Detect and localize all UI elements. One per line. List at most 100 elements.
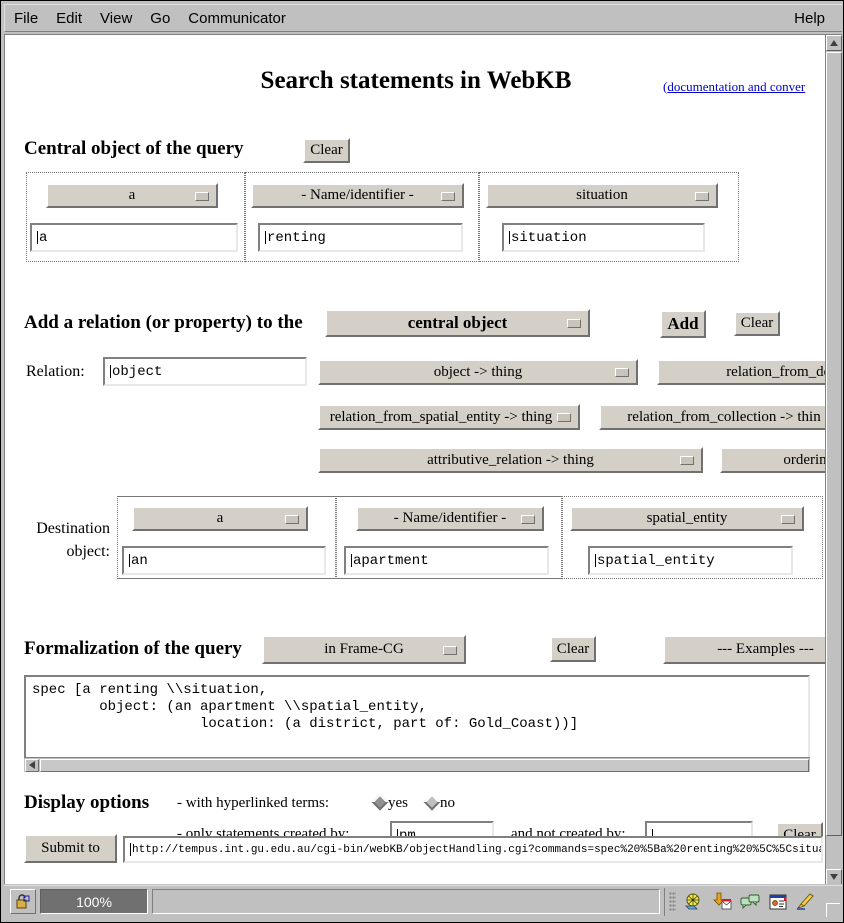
destination-quantifier-select-1-label: a: [216, 510, 224, 526]
formalization-examples-select-label: --- Examples ---: [717, 641, 814, 657]
status-message: [152, 889, 660, 914]
destination-type-select-3-label: spatial_entity: [646, 510, 728, 526]
relation-select-ordering[interactable]: ordering_r: [720, 447, 827, 473]
text-caret: [265, 231, 266, 244]
documentation-link[interactable]: (documentation and conver: [663, 79, 805, 95]
page-vertical-scrollbar[interactable]: [825, 35, 842, 884]
text-caret: [37, 231, 38, 244]
status-bar: 100%: [4, 885, 842, 919]
doc-link-text: documentation and conver: [667, 79, 806, 94]
menu-item-edit[interactable]: Edit: [47, 8, 91, 29]
radio-hyperlinked-no-label: no: [440, 795, 455, 811]
relation-target-select[interactable]: central object: [325, 309, 590, 337]
formalization-format-select[interactable]: in Frame-CG: [262, 635, 466, 664]
menu-bar: File Edit View Go Communicator Help: [4, 4, 842, 32]
dropdown-indicator-icon: [521, 514, 535, 524]
relation-target-select-label: central object: [407, 313, 508, 332]
relation-clear-button[interactable]: Clear: [734, 311, 780, 336]
add-relation-heading: Add a relation (or property) to the: [24, 312, 303, 333]
navigator-icon[interactable]: [682, 890, 706, 914]
security-lock-icon[interactable]: [10, 889, 36, 914]
scrollbar-thumb[interactable]: [826, 52, 842, 836]
display-options-heading: Display options: [24, 792, 150, 813]
central-type-input-3-value: situation: [511, 229, 587, 246]
text-caret: [130, 843, 131, 856]
scroll-track[interactable]: [40, 758, 809, 772]
triangle-left-icon: [29, 761, 35, 769]
relation-add-button[interactable]: Add: [660, 310, 706, 338]
central-name-select-2[interactable]: - Name/identifier -: [251, 183, 464, 208]
destination-type-select-3[interactable]: spatial_entity: [570, 506, 804, 531]
relation-select-from-description[interactable]: relation_from_descr: [657, 359, 827, 385]
relation-select-ordering-label: ordering_r: [783, 451, 827, 468]
relation-select-attributive[interactable]: attributive_relation -> thing: [318, 447, 703, 473]
central-type-select-3[interactable]: situation: [486, 183, 718, 208]
text-caret: [129, 554, 130, 567]
relation-select-spatial-entity[interactable]: relation_from_spatial_entity -> thing: [318, 404, 580, 430]
relation-select-attributive-label: attributive_relation -> thing: [427, 451, 594, 468]
relation-select-from-description-label: relation_from_descr: [726, 363, 827, 380]
central-quantifier-input-1-value: a: [39, 229, 48, 246]
destination-type-input-3[interactable]: spatial_entity: [588, 546, 793, 575]
dropdown-indicator-icon: [695, 191, 709, 201]
dropdown-indicator-icon: [195, 191, 209, 201]
dropdown-indicator-icon: [680, 456, 694, 465]
browser-window: File Edit View Go Communicator Help Sear…: [0, 0, 844, 923]
destination-name-select-2-label: - Name/identifier -: [393, 510, 507, 526]
central-quantifier-input-1[interactable]: a: [30, 223, 238, 252]
scroll-up-button[interactable]: [826, 35, 842, 51]
central-clear-button[interactable]: Clear: [303, 138, 350, 163]
menu-item-file[interactable]: File: [5, 8, 47, 29]
menu-item-help[interactable]: Help: [785, 8, 834, 29]
triangle-down-icon: [830, 874, 838, 880]
central-name-input-2-value: renting: [267, 229, 326, 246]
destination-name-select-2[interactable]: - Name/identifier -: [356, 506, 544, 531]
dropdown-indicator-icon: [443, 645, 457, 655]
text-caret: [509, 231, 510, 244]
relation-select-from-collection-label: relation_from_collection -> thin: [627, 408, 821, 425]
composer-icon[interactable]: [794, 890, 818, 914]
menu-item-view[interactable]: View: [91, 8, 141, 29]
formalization-heading: Formalization of the query: [24, 638, 242, 659]
relation-select-from-collection[interactable]: relation_from_collection -> thin: [599, 404, 827, 430]
window-resize-grip[interactable]: [826, 903, 840, 917]
radio-hyperlinked-no[interactable]: [423, 793, 441, 811]
submit-url-input[interactable]: http://tempus.int.gu.edu.au/cgi-bin/webK…: [123, 836, 823, 863]
destination-name-input-2[interactable]: apartment: [344, 546, 549, 575]
radio-hyperlinked-yes-label: yes: [388, 795, 408, 811]
relation-input[interactable]: object: [103, 357, 307, 386]
central-quantifier-select-1[interactable]: a: [46, 183, 218, 208]
submit-to-button[interactable]: Submit to: [24, 834, 117, 863]
text-caret: [351, 554, 352, 567]
dropdown-indicator-icon: [615, 368, 629, 377]
central-name-input-2[interactable]: renting: [258, 223, 463, 252]
destination-quantifier-input-1[interactable]: an: [122, 546, 326, 575]
destination-label-line1: Destination: [36, 520, 110, 537]
component-bar-grip[interactable]: [669, 892, 676, 912]
scroll-left-button[interactable]: [25, 758, 39, 772]
relation-select-object-thing-label: object -> thing: [433, 363, 523, 380]
inbox-icon[interactable]: [710, 890, 734, 914]
scroll-down-button[interactable]: [826, 869, 842, 884]
web-page: Search statements in WebKB (documentatio…: [5, 35, 827, 884]
address-book-icon[interactable]: [766, 890, 790, 914]
radio-hyperlinked-yes[interactable]: [371, 793, 389, 811]
destination-quantifier-input-1-value: an: [131, 552, 148, 569]
relation-select-object-thing[interactable]: object -> thing: [318, 359, 638, 385]
progress-indicator: 100%: [40, 889, 148, 914]
destination-type-input-3-value: spatial_entity: [597, 552, 715, 569]
text-caret: [110, 365, 111, 378]
triangle-up-icon: [830, 40, 838, 46]
newsgroups-icon[interactable]: [738, 890, 762, 914]
dropdown-indicator-icon: [285, 514, 299, 524]
menu-item-go[interactable]: Go: [141, 8, 179, 29]
formalization-horizontal-scrollbar[interactable]: [24, 757, 810, 772]
formalization-examples-select[interactable]: --- Examples ---: [663, 635, 827, 664]
formalization-textarea[interactable]: spec [a renting \\situation, object: (an…: [24, 675, 810, 763]
central-type-input-3[interactable]: situation: [502, 223, 705, 252]
central-object-heading: Central object of the query: [24, 138, 244, 159]
destination-quantifier-select-1[interactable]: a: [132, 506, 308, 531]
destination-name-input-2-value: apartment: [353, 552, 429, 569]
formalization-clear-button[interactable]: Clear: [550, 636, 596, 662]
menu-item-communicator[interactable]: Communicator: [179, 8, 295, 29]
